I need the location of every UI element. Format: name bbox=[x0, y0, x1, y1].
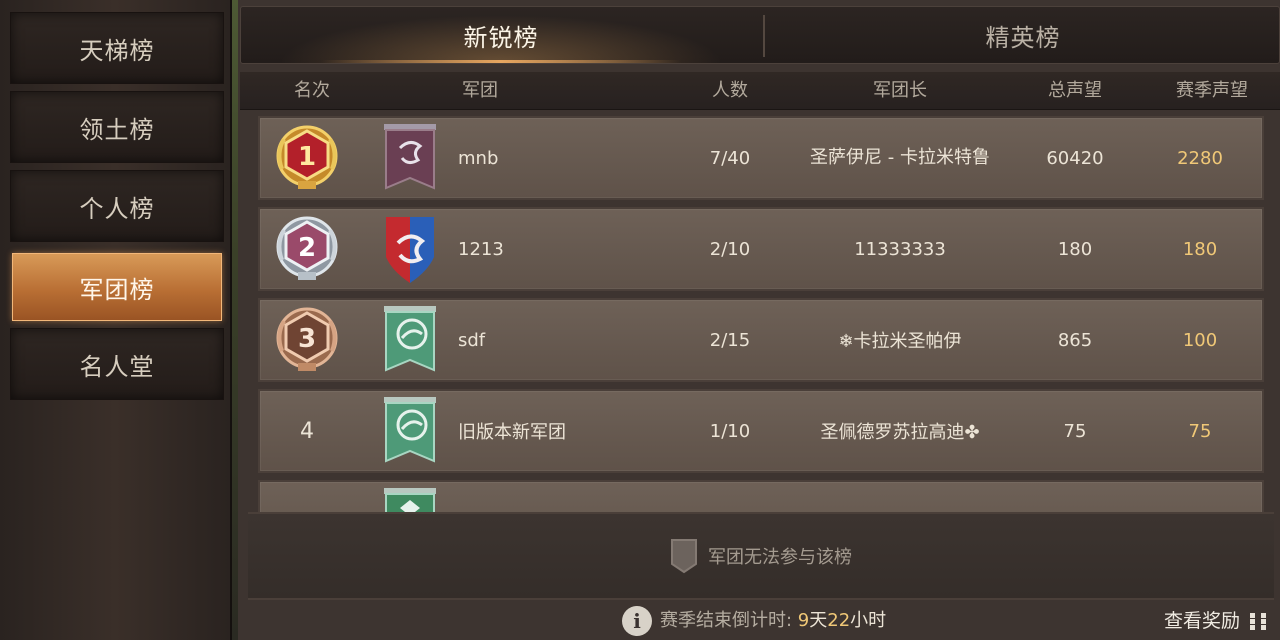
board-tabs: 新锐榜 精英榜 bbox=[240, 6, 1280, 64]
ranking-panel: 新锐榜 精英榜 名次 军团 人数 军团长 总声望 赛季声望 1 mnb 7/40… bbox=[238, 0, 1280, 640]
sidebar-item-hall-of-fame[interactable]: 名人堂 bbox=[10, 328, 224, 400]
countdown-label: 赛季结束倒计时: bbox=[660, 610, 798, 631]
legion-leader: 圣佩德罗苏拉高迪✤ bbox=[820, 422, 980, 443]
col-rank: 名次 bbox=[294, 80, 330, 101]
sidebar-item-label: 个人榜 bbox=[79, 194, 155, 223]
legion-banner-icon bbox=[378, 482, 442, 512]
view-rewards-button[interactable]: 查看奖励 bbox=[1164, 602, 1240, 640]
medal-number: 1 bbox=[298, 142, 316, 172]
season-countdown: 赛季结束倒计时: 9天22小时 bbox=[660, 602, 886, 640]
legion-banner-icon bbox=[378, 209, 442, 289]
legion-total-reputation: 60420 bbox=[1046, 147, 1104, 169]
legion-banner-icon bbox=[378, 391, 442, 471]
sidebar-item-label: 领土榜 bbox=[79, 115, 155, 144]
countdown-days: 9 bbox=[797, 610, 810, 631]
legion-season-reputation: 100 bbox=[1182, 329, 1218, 351]
table-row[interactable]: 3 sdf 2/15 ❄卡拉米圣帕伊 865 100 bbox=[258, 298, 1264, 382]
gold-medal-icon: 1 bbox=[266, 118, 348, 198]
legion-name: mnb bbox=[458, 147, 499, 169]
info-icon[interactable]: i bbox=[622, 606, 652, 636]
tab-label: 新锐榜 bbox=[463, 23, 539, 52]
grid-icon[interactable] bbox=[1250, 613, 1268, 631]
col-leader: 军团长 bbox=[873, 80, 927, 101]
table-row[interactable]: 4 旧版本新军团 1/10 圣佩德罗苏拉高迪✤ 75 75 bbox=[258, 389, 1264, 473]
legion-members: 1/10 bbox=[709, 420, 751, 442]
tab-rising[interactable]: 新锐榜 bbox=[241, 7, 761, 63]
legion-notice: 军团无法参与该榜 bbox=[248, 512, 1274, 600]
notice-text: 军团无法参与该榜 bbox=[708, 547, 852, 568]
bronze-medal-icon: 3 bbox=[266, 300, 348, 380]
tab-elite[interactable]: 精英榜 bbox=[763, 7, 1280, 63]
countdown-days-unit: 天 bbox=[809, 610, 828, 631]
legion-name: 旧版本新军团 bbox=[458, 422, 566, 443]
rank-number: 4 bbox=[300, 418, 314, 444]
column-header: 名次 军团 人数 军团长 总声望 赛季声望 bbox=[240, 72, 1280, 110]
sidebar-item-ladder[interactable]: 天梯榜 bbox=[10, 12, 224, 84]
col-members: 人数 bbox=[712, 80, 748, 101]
legion-total-reputation: 865 bbox=[1057, 329, 1093, 351]
legion-total-reputation: 75 bbox=[1063, 420, 1087, 442]
legion-banner-icon bbox=[378, 300, 442, 380]
countdown-hours-unit: 小时 bbox=[850, 610, 887, 631]
medal-number: 3 bbox=[298, 324, 316, 354]
legion-members: 2/15 bbox=[709, 329, 751, 351]
legion-season-reputation: 180 bbox=[1182, 238, 1218, 260]
silver-medal-icon: 2 bbox=[266, 209, 348, 289]
sidebar-item-territory[interactable]: 领土榜 bbox=[10, 91, 224, 163]
ranking-sidebar: 天梯榜 领土榜 个人榜 军团榜 名人堂 bbox=[0, 0, 232, 640]
ranking-list[interactable]: 1 mnb 7/40 圣萨伊尼 - 卡拉米特鲁 60420 2280 2 121… bbox=[248, 110, 1272, 512]
legion-banner-icon bbox=[378, 118, 442, 198]
col-legion: 军团 bbox=[462, 80, 498, 101]
sidebar-item-legion[interactable]: 军团榜 bbox=[12, 253, 222, 321]
legion-total-reputation: 180 bbox=[1057, 238, 1093, 260]
legion-season-reputation: 75 bbox=[1188, 420, 1212, 442]
legion-name: 1213 bbox=[458, 238, 504, 260]
countdown-hours: 22 bbox=[827, 610, 851, 631]
legion-leader: 11333333 bbox=[854, 238, 946, 260]
table-row[interactable]: 1 mnb 7/40 圣萨伊尼 - 卡拉米特鲁 60420 2280 bbox=[258, 116, 1264, 200]
legion-season-reputation: 2280 bbox=[1177, 147, 1223, 169]
legion-members: 2/10 bbox=[709, 238, 751, 260]
legion-leader: 圣萨伊尼 - 卡拉米特鲁 bbox=[810, 147, 990, 168]
col-total: 总声望 bbox=[1048, 80, 1102, 101]
tab-label: 精英榜 bbox=[985, 23, 1061, 52]
shield-icon bbox=[671, 539, 697, 574]
sidebar-item-personal[interactable]: 个人榜 bbox=[10, 170, 224, 242]
table-row[interactable] bbox=[258, 480, 1264, 512]
bottom-bar: i 赛季结束倒计时: 9天22小时 查看奖励 bbox=[238, 602, 1280, 640]
sidebar-item-label: 天梯榜 bbox=[79, 36, 155, 65]
legion-name: sdf bbox=[458, 329, 486, 351]
col-season: 赛季声望 bbox=[1176, 80, 1248, 101]
table-row[interactable]: 2 1213 2/10 11333333 180 180 bbox=[258, 207, 1264, 291]
sidebar-item-label: 名人堂 bbox=[79, 352, 155, 381]
medal-number: 2 bbox=[298, 233, 316, 263]
legion-leader: ❄卡拉米圣帕伊 bbox=[838, 331, 962, 352]
legion-members: 7/40 bbox=[709, 147, 751, 169]
sidebar-item-label: 军团榜 bbox=[79, 275, 155, 304]
